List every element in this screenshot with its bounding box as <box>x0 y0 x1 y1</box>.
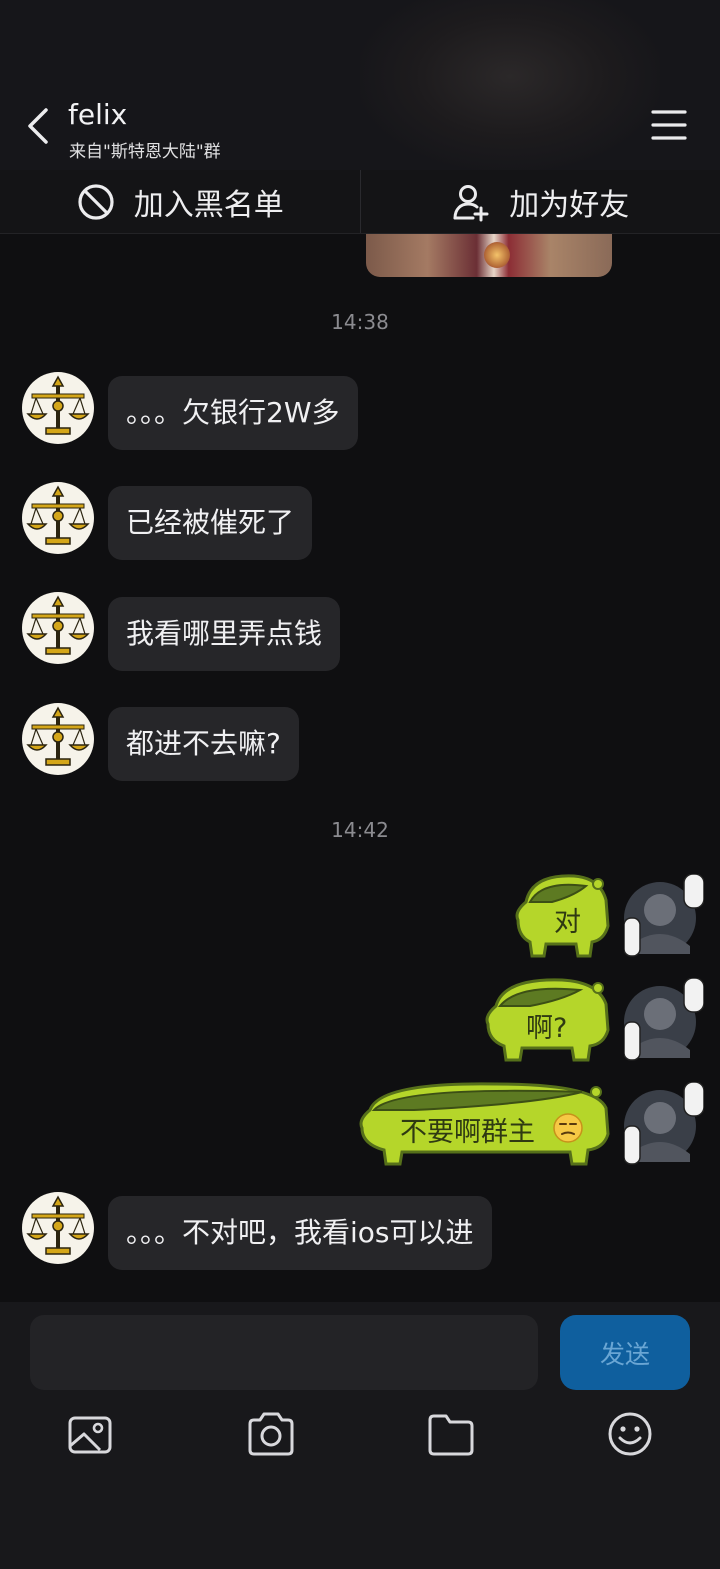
add-friend-label: 加为好友 <box>509 187 630 223</box>
sticker-text: 不要啊群主 <box>400 1117 535 1148</box>
stranger-action-bar: 加入黑名单 加为好友 <box>0 170 720 234</box>
message-list[interactable]: 14:38 。。。欠银行2W多 已经被催死了 我看哪里弄点钱 都进不去嘛? 14… <box>0 234 720 1302</box>
blacklist-label: 加入黑名单 <box>133 187 284 223</box>
menu-icon <box>651 110 687 140</box>
avatar[interactable] <box>22 703 94 775</box>
message-bubble[interactable]: 都进不去嘛? <box>108 707 299 781</box>
user-photo-avatar <box>623 873 705 957</box>
sticker-text: 对 <box>554 907 581 938</box>
user-photo-avatar <box>623 1081 705 1165</box>
add-friend-button[interactable]: 加为好友 <box>361 170 720 233</box>
emoji-button[interactable] <box>606 1410 656 1458</box>
scales-icon <box>26 595 90 655</box>
scales-icon <box>26 706 90 766</box>
contact-name: felix <box>68 98 128 131</box>
my-avatar[interactable] <box>623 873 705 960</box>
sticker-text: 啊? <box>526 1013 568 1044</box>
composer: 发送 <box>0 1302 720 1569</box>
send-button[interactable]: 发送 <box>560 1315 690 1390</box>
menu-button[interactable] <box>650 108 688 142</box>
add-user-icon <box>453 184 489 221</box>
camera-icon <box>248 1412 294 1456</box>
avatar[interactable] <box>22 482 94 554</box>
header-background-glow <box>360 0 660 170</box>
sticker-bubble[interactable]: 啊? <box>482 970 612 1066</box>
image-message-partial[interactable] <box>366 234 612 277</box>
sticker-bubble[interactable]: 对 <box>512 866 612 962</box>
chevron-left-icon <box>28 108 48 144</box>
image-icon <box>68 1416 112 1454</box>
message-bubble[interactable]: 已经被催死了 <box>108 486 313 560</box>
message-input[interactable] <box>30 1315 538 1390</box>
top-bar: felix 来自"斯特恩大陆"群 <box>0 0 720 170</box>
emoji-icon <box>608 1412 652 1456</box>
scales-icon <box>26 1195 90 1255</box>
user-photo-avatar <box>623 977 705 1061</box>
avatar[interactable] <box>22 1192 94 1264</box>
file-button[interactable] <box>426 1410 476 1458</box>
back-button[interactable] <box>20 102 60 150</box>
image-picker-button[interactable] <box>66 1410 116 1458</box>
my-avatar[interactable] <box>623 977 705 1064</box>
avatar[interactable] <box>22 372 94 444</box>
add-to-blacklist-button[interactable]: 加入黑名单 <box>0 170 360 233</box>
message-bubble[interactable]: 。。。欠银行2W多 <box>108 376 358 450</box>
image-detail <box>484 242 510 268</box>
sticker-bubble[interactable]: 不要啊群主 <box>356 1074 612 1170</box>
block-icon <box>78 183 114 220</box>
timestamp: 14:38 <box>331 310 389 334</box>
my-avatar[interactable] <box>623 1081 705 1168</box>
message-bubble[interactable]: 。。。不对吧，我看ios可以进 <box>108 1196 492 1270</box>
timestamp: 14:42 <box>331 818 389 842</box>
scales-icon <box>26 485 90 545</box>
message-bubble[interactable]: 我看哪里弄点钱 <box>108 597 341 671</box>
contact-source-group: 来自"斯特恩大陆"群 <box>69 142 221 162</box>
scales-icon <box>26 375 90 435</box>
camera-button[interactable] <box>246 1410 296 1458</box>
avatar[interactable] <box>22 592 94 664</box>
folder-icon <box>428 1414 474 1456</box>
